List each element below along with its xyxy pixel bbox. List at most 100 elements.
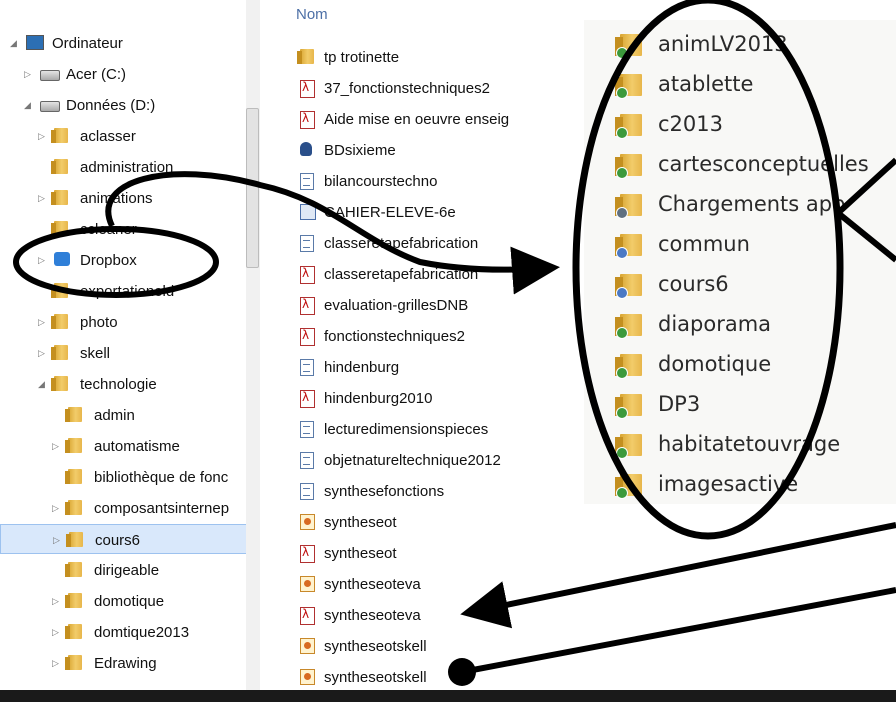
file-row[interactable]: syntheseotskell (286, 663, 522, 690)
tree-item[interactable]: ▷ Edrawing (0, 648, 248, 678)
pdf-icon (300, 328, 315, 346)
zoomed-folder-item: cartesconceptuelles (584, 146, 896, 186)
file-row[interactable]: classeretapefabrication (286, 229, 522, 260)
file-name: 37_fonctionstechniques2 (324, 80, 490, 97)
file-name: synthesefonctions (324, 483, 445, 500)
folder-icon (65, 407, 82, 422)
tree-item[interactable]: ▷ skell (0, 338, 248, 368)
tree-item[interactable]: administration (0, 152, 248, 182)
tree-scrollbar-thumb[interactable] (246, 108, 259, 268)
tree-item[interactable]: ▷ animations (0, 183, 248, 213)
file-row[interactable]: syntheseot (286, 539, 522, 570)
tree-scrollbar[interactable] (246, 0, 260, 690)
tree-item[interactable]: ◢ Ordinateur (0, 28, 248, 58)
tree-item[interactable]: bibliothèque de fonc (0, 462, 248, 492)
folder-icon (51, 159, 68, 174)
zoomed-folder-label: Chargements app (658, 192, 846, 216)
tree-item[interactable]: exportationold (0, 276, 248, 306)
file-row[interactable]: bilancourstechno (286, 167, 522, 198)
tree-item[interactable]: ccleaner (0, 214, 248, 244)
file-name: tp trotinette (324, 49, 400, 66)
tree-item[interactable]: admin (0, 400, 248, 430)
collapse-arrow-icon[interactable]: ▷ (38, 193, 45, 204)
tree-item[interactable]: ▷ photo (0, 307, 248, 337)
sync-status-icon (616, 87, 628, 99)
folder-icon (51, 376, 68, 391)
tree-item[interactable]: ▷ Dropbox (0, 245, 248, 275)
zoomed-folder-item: atablette (584, 66, 896, 106)
zoomed-folder-label: commun (658, 232, 750, 256)
collapse-arrow-icon[interactable]: ▷ (52, 596, 59, 607)
tree-item-label: Dropbox (80, 252, 137, 269)
collapse-arrow-icon[interactable]: ▷ (52, 441, 59, 452)
file-row[interactable]: BDsixieme (286, 136, 522, 167)
tree-item[interactable]: ◢ Données (D:) (0, 90, 248, 120)
file-row[interactable]: syntheseotskell (286, 632, 522, 663)
tree-item-label: domtique2013 (94, 624, 190, 641)
presentation-icon (300, 576, 315, 592)
file-row[interactable]: synthesefonctions (286, 477, 522, 508)
file-row[interactable]: objetnatureltechnique2012 (286, 446, 522, 477)
collapse-arrow-icon[interactable]: ▷ (52, 658, 59, 669)
file-row[interactable]: classeretapefabrication (286, 260, 522, 291)
synced-folder-icon (615, 74, 642, 99)
file-row[interactable]: CAHIER-ELEVE-6e (286, 198, 522, 229)
folder-icon (297, 49, 314, 64)
column-header-name[interactable]: Nom (296, 6, 328, 23)
tree-item-label: automatisme (94, 438, 180, 455)
tree-item[interactable]: dirigeable (0, 555, 248, 585)
tree-item[interactable]: ▷ composantsinternep (0, 493, 248, 523)
tree-item-label: administration (80, 159, 174, 176)
file-name: evaluation-grillesDNB (324, 297, 469, 314)
file-row[interactable]: fonctionstechniques2 (286, 322, 522, 353)
tree-item[interactable]: ▷ automatisme (0, 431, 248, 461)
tree-item-label: dirigeable (94, 562, 160, 579)
collapse-arrow-icon[interactable]: ▷ (38, 348, 45, 359)
file-name: syntheseoteva (324, 607, 421, 624)
tree-item[interactable]: ▷ aclasser (0, 121, 248, 151)
file-name: bilancourstechno (324, 173, 438, 190)
expand-arrow-icon[interactable]: ◢ (24, 100, 31, 111)
file-row[interactable]: Aide mise en oeuvre enseig (286, 105, 522, 136)
file-row[interactable]: hindenburg (286, 353, 522, 384)
file-name: syntheseotskell (324, 638, 427, 655)
folder-icon (65, 593, 82, 608)
collapse-arrow-icon[interactable]: ▷ (53, 535, 60, 546)
file-row[interactable]: 37_fonctionstechniques2 (286, 74, 522, 105)
synced-folder-icon (615, 394, 642, 419)
zoomed-folder-label: DP3 (658, 392, 701, 416)
collapse-arrow-icon[interactable]: ▷ (38, 317, 45, 328)
tree-item-label: technologie (80, 376, 157, 393)
collapse-arrow-icon[interactable]: ▷ (24, 69, 31, 80)
expand-arrow-icon[interactable]: ◢ (38, 379, 45, 390)
collapse-arrow-icon[interactable]: ▷ (52, 503, 59, 514)
sync-status-icon (616, 167, 628, 179)
folder-icon (51, 221, 68, 236)
tree-item[interactable]: ▷ Acer (C:) (0, 59, 248, 89)
tree-item[interactable]: ▷ cours6 (0, 524, 248, 554)
zoomed-folder-label: c2013 (658, 112, 723, 136)
file-row[interactable]: syntheseot (286, 508, 522, 539)
tree-item[interactable]: ▷ domotique (0, 586, 248, 616)
sync-status-icon (616, 287, 628, 299)
file-row[interactable]: evaluation-grillesDNB (286, 291, 522, 322)
collapse-arrow-icon[interactable]: ▷ (38, 131, 45, 142)
file-row[interactable]: lecturedimensionspieces (286, 415, 522, 446)
tree-item[interactable]: ▷ domtique2013 (0, 617, 248, 647)
expand-arrow-icon[interactable]: ◢ (10, 38, 17, 49)
sync-status-icon (616, 327, 628, 339)
tree-item[interactable]: ◢ technologie (0, 369, 248, 399)
file-row[interactable]: syntheseoteva (286, 601, 522, 632)
file-row[interactable]: tp trotinette (286, 43, 522, 74)
file-name: BDsixieme (324, 142, 396, 159)
presentation-icon (300, 669, 315, 685)
image-doc-icon (300, 204, 316, 220)
file-name: objetnatureltechnique2012 (324, 452, 501, 469)
navigation-tree: ◢ Ordinateur ▷ Acer (C:) ◢ Données (D:) ▷ aclas… (0, 0, 262, 690)
downloads-folder-icon (615, 194, 642, 219)
file-row[interactable]: hindenburg2010 (286, 384, 522, 415)
collapse-arrow-icon[interactable]: ▷ (52, 627, 59, 638)
synced-folder-icon (615, 354, 642, 379)
file-row[interactable]: syntheseoteva (286, 570, 522, 601)
collapse-arrow-icon[interactable]: ▷ (38, 255, 45, 266)
